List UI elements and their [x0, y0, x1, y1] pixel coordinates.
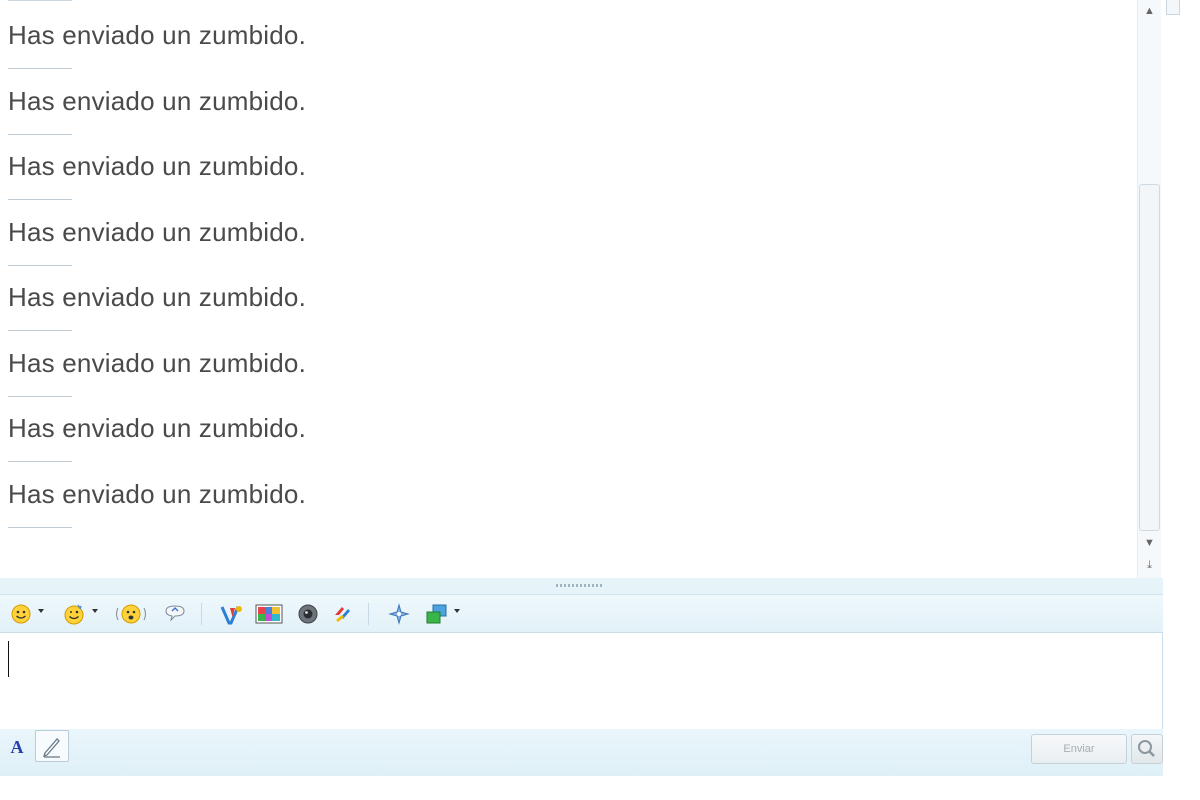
right-panel-tab[interactable]: [1166, 0, 1180, 15]
wink-icon[interactable]: [62, 603, 86, 625]
handwriting-button[interactable]: [35, 730, 69, 762]
send-file-icon[interactable]: [424, 603, 450, 625]
input-footer-bar: A Enviar: [0, 729, 1163, 776]
conversation-history: Has enviado un zumbido. Has enviado un zu…: [0, 0, 1161, 578]
wink-dropdown-icon[interactable]: [92, 609, 98, 613]
scroll-down-arrow-icon[interactable]: ▼: [1138, 536, 1161, 550]
activities-icon[interactable]: [386, 603, 412, 625]
message-item: Has enviado un zumbido.: [8, 330, 1108, 397]
toolbar-divider: [368, 603, 369, 625]
send-file-dropdown-icon[interactable]: [454, 609, 460, 613]
scroll-up-arrow-icon[interactable]: ▲: [1138, 4, 1161, 18]
voice-clip-icon[interactable]: [162, 603, 188, 625]
message-text: Has enviado un zumbido.: [8, 478, 307, 509]
emoticon-dropdown-icon[interactable]: [38, 609, 44, 613]
message-text: Has enviado un zumbido.: [8, 413, 307, 443]
toolbar-divider: [201, 603, 202, 625]
window-bottom-margin: [0, 776, 1200, 800]
backgrounds-icon[interactable]: [254, 603, 284, 625]
search-icon: [1138, 740, 1155, 757]
pane-splitter[interactable]: [0, 578, 1163, 594]
nudge-icon[interactable]: [114, 603, 148, 625]
message-item: Has enviado un zumbido.: [8, 2, 1108, 69]
emoticon-icon[interactable]: [10, 603, 32, 625]
games-icon[interactable]: [219, 603, 245, 625]
message-text: Has enviado un zumbido.: [8, 216, 307, 247]
send-button[interactable]: Enviar: [1031, 734, 1127, 764]
message-text: Has enviado un zumbido.: [8, 20, 307, 50]
splitter-grip-icon[interactable]: [556, 584, 604, 587]
message-item: Has enviado un zumbido.: [8, 461, 1108, 528]
message-text: Has enviado un zumbido.: [8, 85, 307, 116]
message-item: Has enviado un zumbido.: [8, 199, 1108, 266]
webcam-icon[interactable]: [296, 603, 320, 625]
pen-icon: [42, 738, 60, 758]
font-button[interactable]: A: [6, 735, 28, 759]
share-icon[interactable]: [330, 603, 354, 625]
scroll-thumb[interactable]: [1139, 184, 1160, 531]
message-item: Has enviado un zumbido.: [8, 395, 1108, 462]
message-divider: [8, 526, 72, 528]
message-text: Has enviado un zumbido.: [8, 347, 307, 378]
message-input[interactable]: [0, 632, 1163, 730]
conversation-scrollbar[interactable]: ▲ ▼ ⤓: [1137, 0, 1161, 578]
message-divider: [8, 0, 72, 1]
search-button[interactable]: [1131, 734, 1163, 764]
message-item: Has enviado un zumbido.: [8, 264, 1108, 331]
scroll-to-bottom-icon[interactable]: ⤓: [1138, 558, 1161, 572]
message-text: Has enviado un zumbido.: [8, 282, 307, 312]
message-text: Has enviado un zumbido.: [8, 151, 307, 181]
right-panel: [1163, 0, 1200, 778]
text-cursor: [8, 641, 9, 677]
message-item: Has enviado un zumbido.: [8, 133, 1108, 200]
formatting-toolbar: [0, 594, 1163, 633]
message-item: Has enviado un zumbido.: [8, 68, 1108, 135]
